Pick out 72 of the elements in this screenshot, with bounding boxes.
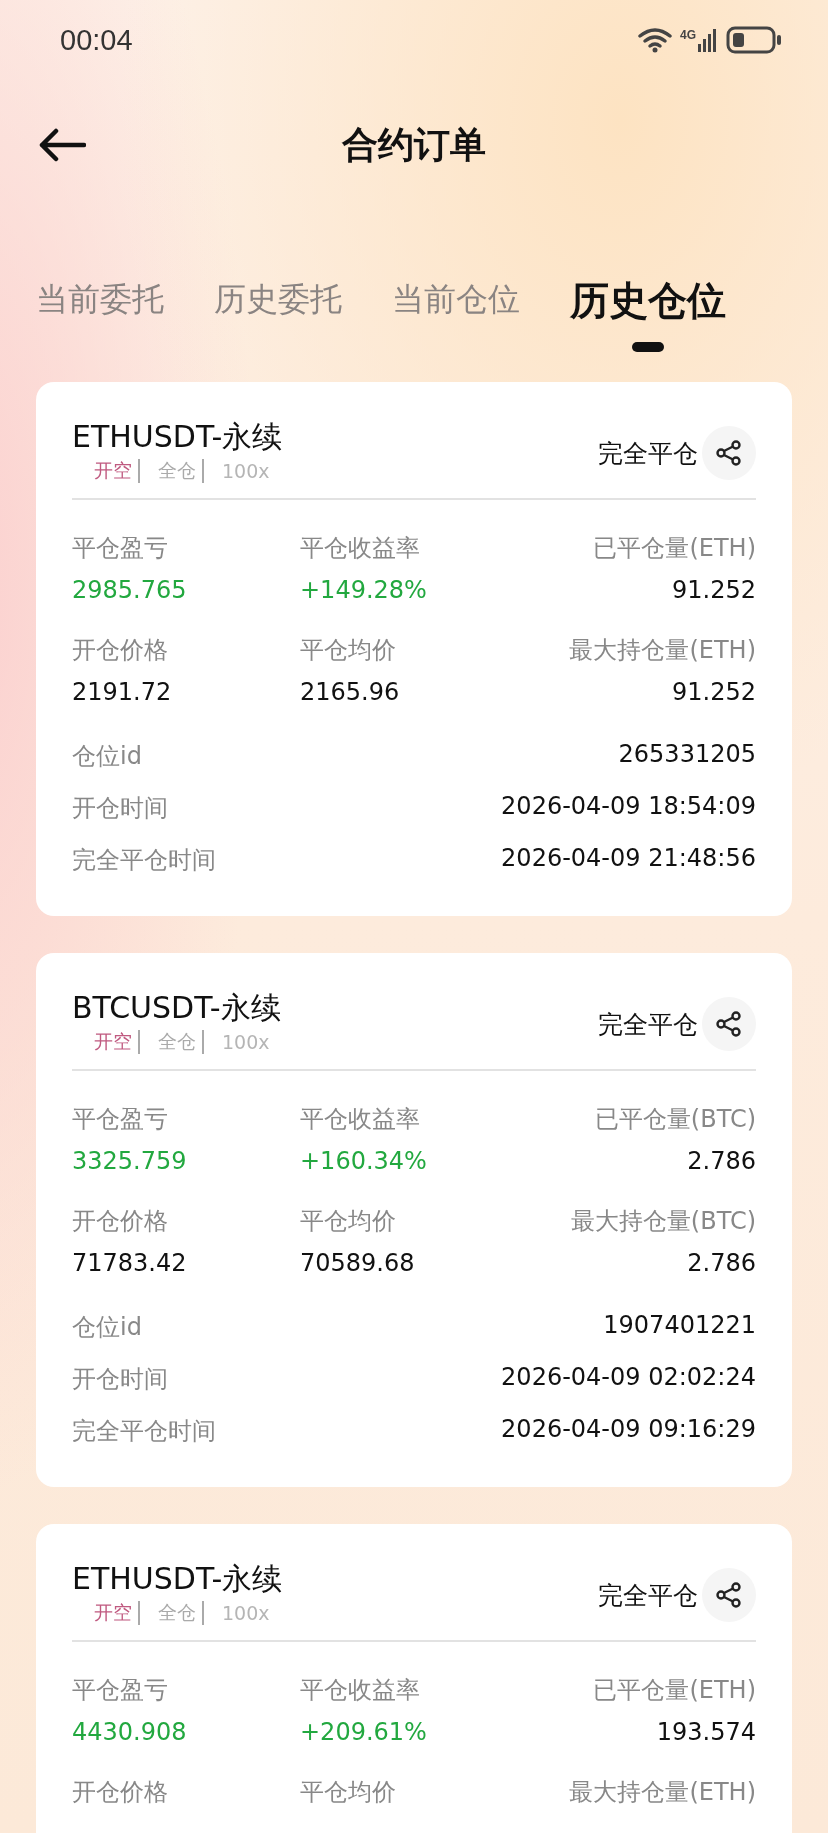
- stat-value: 91.252: [672, 576, 756, 604]
- symbol-name: ETHUSDT-永续: [72, 418, 283, 456]
- stat-value: +209.61%: [300, 1718, 428, 1746]
- stat-label: 已平仓量(BTC): [594, 1104, 756, 1135]
- stat-label: 最大持仓量(ETH): [569, 635, 756, 666]
- detail-label: 仓位id: [72, 1312, 142, 1343]
- position-tag: 全仓: [158, 1600, 196, 1626]
- stat-value: 71783.42: [72, 1249, 188, 1277]
- detail-label: 完全平仓时间: [72, 845, 216, 876]
- stat-label: 已平仓量(ETH): [593, 1675, 756, 1706]
- stat-value: 2165.96: [300, 678, 401, 706]
- share-icon[interactable]: [716, 1582, 742, 1608]
- position-tag: 100x: [222, 1031, 270, 1053]
- signal-icon: [698, 28, 718, 52]
- detail-value: 265331205: [618, 740, 756, 770]
- stat-value: 2.786: [687, 1147, 756, 1175]
- detail-label: 开仓时间: [72, 793, 168, 824]
- page-title: 合约订单: [342, 122, 486, 167]
- position-tag: 开空: [94, 1600, 132, 1626]
- position-tag: 100x: [222, 460, 270, 482]
- tab[interactable]: 历史仓位: [570, 274, 726, 334]
- stat-label: 平仓均价: [300, 635, 397, 666]
- tab-indicator: [632, 342, 664, 352]
- stat-label: 平仓盈亏: [72, 1104, 169, 1135]
- position-tag: 100x: [222, 1602, 270, 1624]
- close-position-button[interactable]: 完全平仓: [598, 436, 698, 470]
- status-time: 00:04: [60, 23, 133, 57]
- detail-value: 2026-04-09 21:48:56: [501, 844, 756, 874]
- detail-value: 1907401221: [603, 1311, 756, 1341]
- detail-label: 开仓时间: [72, 1364, 168, 1395]
- stat-label: 开仓价格: [72, 1206, 169, 1237]
- stat-label: 最大持仓量(BTC): [570, 1206, 756, 1237]
- stat-value: 70589.68: [300, 1249, 416, 1277]
- stat-label: 已平仓量(ETH): [593, 533, 756, 564]
- position-tag: 全仓: [158, 1029, 196, 1055]
- close-position-button[interactable]: 完全平仓: [598, 1007, 698, 1041]
- stat-label: 最大持仓量(ETH): [569, 1777, 756, 1808]
- stat-label: 平仓均价: [300, 1777, 397, 1808]
- detail-value: 2026-04-09 09:16:29: [501, 1415, 756, 1445]
- detail-value: 2026-04-09 02:02:24: [501, 1363, 756, 1393]
- stat-value: 2.786: [687, 1249, 756, 1277]
- symbol-name: ETHUSDT-永续: [72, 1560, 283, 1598]
- network-label: 4G: [680, 28, 696, 42]
- stat-value: 193.574: [656, 1718, 756, 1746]
- stat-value: 2191.72: [72, 678, 173, 706]
- stat-label: 平仓盈亏: [72, 533, 169, 564]
- stat-label: 平仓收益率: [300, 1104, 421, 1135]
- detail-label: 完全平仓时间: [72, 1416, 216, 1447]
- stat-value: +160.34%: [300, 1147, 428, 1175]
- stat-label: 平仓盈亏: [72, 1675, 169, 1706]
- stat-value: 2985.765: [72, 576, 188, 604]
- back-button[interactable]: [38, 128, 86, 162]
- position-tag: 开空: [94, 1029, 132, 1055]
- stat-label: 平仓均价: [300, 1206, 397, 1237]
- wifi-icon: [638, 27, 672, 53]
- stat-value: 3325.759: [72, 1147, 188, 1175]
- detail-value: 2026-04-09 18:54:09: [501, 792, 756, 822]
- position-tag: 开空: [94, 458, 132, 484]
- stat-value: +149.28%: [300, 576, 428, 604]
- close-position-button[interactable]: 完全平仓: [598, 1578, 698, 1612]
- share-icon[interactable]: [716, 440, 742, 466]
- symbol-name: BTCUSDT-永续: [72, 989, 281, 1027]
- share-icon[interactable]: [716, 1011, 742, 1037]
- detail-label: 仓位id: [72, 741, 142, 772]
- stat-value: 4430.908: [72, 1718, 188, 1746]
- stat-label: 开仓价格: [72, 635, 169, 666]
- position-tag: 全仓: [158, 458, 196, 484]
- stat-label: 平仓收益率: [300, 1675, 421, 1706]
- stat-label: 平仓收益率: [300, 533, 421, 564]
- battery-icon: [726, 26, 782, 54]
- stat-value: 91.252: [672, 678, 756, 706]
- stat-label: 开仓价格: [72, 1777, 169, 1808]
